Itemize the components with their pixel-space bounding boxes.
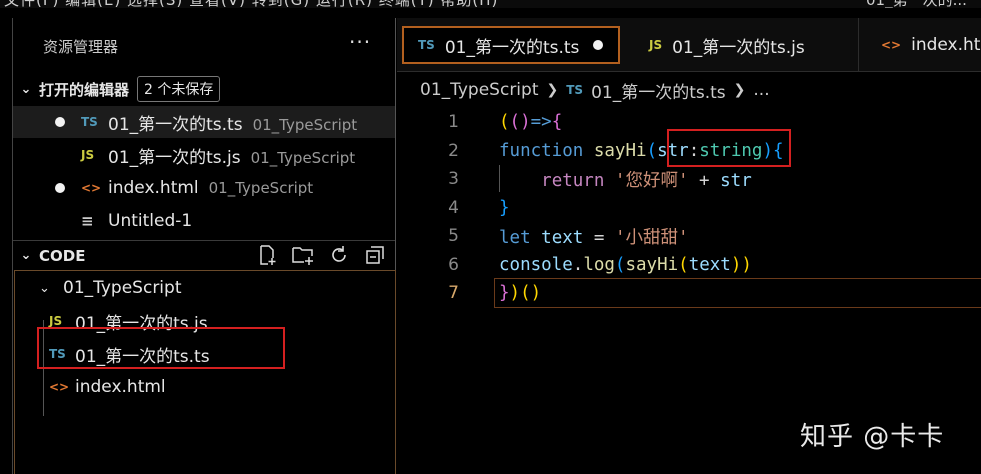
watermark: 知乎 @卡卡 [800,422,945,452]
line-number: 3 [448,169,459,189]
tab-label: index.html [911,35,981,55]
html-file-icon: <> [881,38,902,52]
breadcrumb-folder[interactable]: 01_TypeScript [420,80,539,100]
unsaved-dot-icon[interactable] [55,183,65,193]
workspace-label: CODE [39,246,86,265]
window-title: 01_第一次的... [866,0,967,8]
new-file-icon[interactable] [254,242,280,268]
tab[interactable]: <> index.html [859,18,981,72]
open-editor-name: 01_第一次的ts.ts [108,114,243,135]
chevron-right-icon: ❯ [733,82,746,98]
code-line: 7 })() [397,279,981,307]
code-line: 3 return '您好啊' + str [397,165,981,193]
file-name: index.html [75,377,166,397]
tab-label: 01_第一次的ts.js [672,37,805,58]
chevron-down-icon: ⌄ [20,248,32,263]
folder-name: 01_TypeScript [63,278,182,298]
chevron-right-icon: ❯ [546,82,559,98]
typescript-file-icon: TS [418,38,435,52]
editor-area: TS 01_第一次的ts.ts JS 01_第一次的ts.js <> index… [397,18,981,474]
code-line: 4 } [397,194,981,222]
chevron-down-icon: ⌄ [20,81,32,97]
explorer-title: 资源管理器 [43,38,119,56]
open-editor-name: Untitled-1 [108,211,193,231]
tab[interactable]: JS 01_第一次的ts.js [625,18,859,72]
highlight-annotation [667,129,791,167]
editor-tabs: TS 01_第一次的ts.ts JS 01_第一次的ts.js <> index… [397,18,981,72]
open-editor-item[interactable]: JS 01_第一次的ts.js 01_TypeScript [13,139,395,171]
open-editor-item[interactable]: <> index.html 01_TypeScript [13,172,395,204]
open-editor-path: 01_TypeScript [250,148,356,167]
breadcrumb-more[interactable]: ... [753,80,769,100]
open-editors-header[interactable]: ⌄ 打开的编辑器 2 个未保存 [13,74,395,104]
unsaved-dot-icon[interactable] [55,117,65,127]
open-editor-name: 01_第一次的ts.js [108,147,241,168]
line-number: 1 [448,112,459,132]
javascript-file-icon: JS [81,148,95,162]
line-number: 5 [448,226,459,246]
tree-folder[interactable]: ⌄ 01_TypeScript [13,272,395,304]
open-editor-path: 01_TypeScript [252,115,358,134]
line-number: 6 [448,255,459,275]
javascript-file-icon: JS [49,314,63,328]
html-file-icon: <> [49,380,70,394]
explorer-sidebar: 资源管理器 ··· ⌄ 打开的编辑器 2 个未保存 TS 01_第一次的ts.t… [12,18,396,474]
html-file-icon: <> [81,181,102,195]
text-file-icon: ≡ [81,212,94,230]
more-actions-icon[interactable]: ··· [349,30,371,54]
breadcrumb: 01_TypeScript ❯ TS 01_第一次的ts.ts ❯ ... [420,78,770,103]
collapse-all-icon[interactable] [362,242,388,268]
chevron-down-icon: ⌄ [39,280,50,296]
menu-items[interactable]: 文件(F) 编辑(E) 选择(S) 查看(V) 转到(G) 运行(R) 终端(T… [4,0,498,8]
open-editor-item[interactable]: ≡ Untitled-1 [13,205,395,237]
line-number: 4 [448,198,459,218]
line-number: 2 [448,141,459,161]
breadcrumb-file[interactable]: 01_第一次的ts.ts [591,78,726,103]
unsaved-dot-icon[interactable] [593,40,604,50]
menu-bar: 文件(F) 编辑(E) 选择(S) 查看(V) 转到(G) 运行(R) 终端(T… [0,0,981,8]
open-editor-path: 01_TypeScript [208,179,314,197]
open-editors-label: 打开的编辑器 [39,80,130,99]
refresh-icon[interactable] [326,242,352,268]
open-editor-name: index.html [108,178,199,198]
tab-label: 01_第一次的ts.ts [444,37,580,58]
tree-file[interactable]: <> index.html [13,371,395,403]
code-line: 5 let text = '小甜甜' [397,222,981,250]
open-editor-item[interactable]: TS 01_第一次的ts.ts 01_TypeScript [13,106,395,138]
line-number: 7 [448,283,459,303]
explorer-actions [254,242,388,268]
tab-active[interactable]: TS 01_第一次的ts.ts [402,26,620,64]
code-line: 6 console.log(sayHi(text)) [397,251,981,279]
new-folder-icon[interactable] [290,242,316,268]
typescript-file-icon: TS [81,115,98,129]
unsaved-count-badge: 2 个未保存 [137,76,221,102]
javascript-file-icon: JS [649,38,663,52]
typescript-file-icon: TS [566,83,584,97]
highlight-annotation [37,327,285,369]
